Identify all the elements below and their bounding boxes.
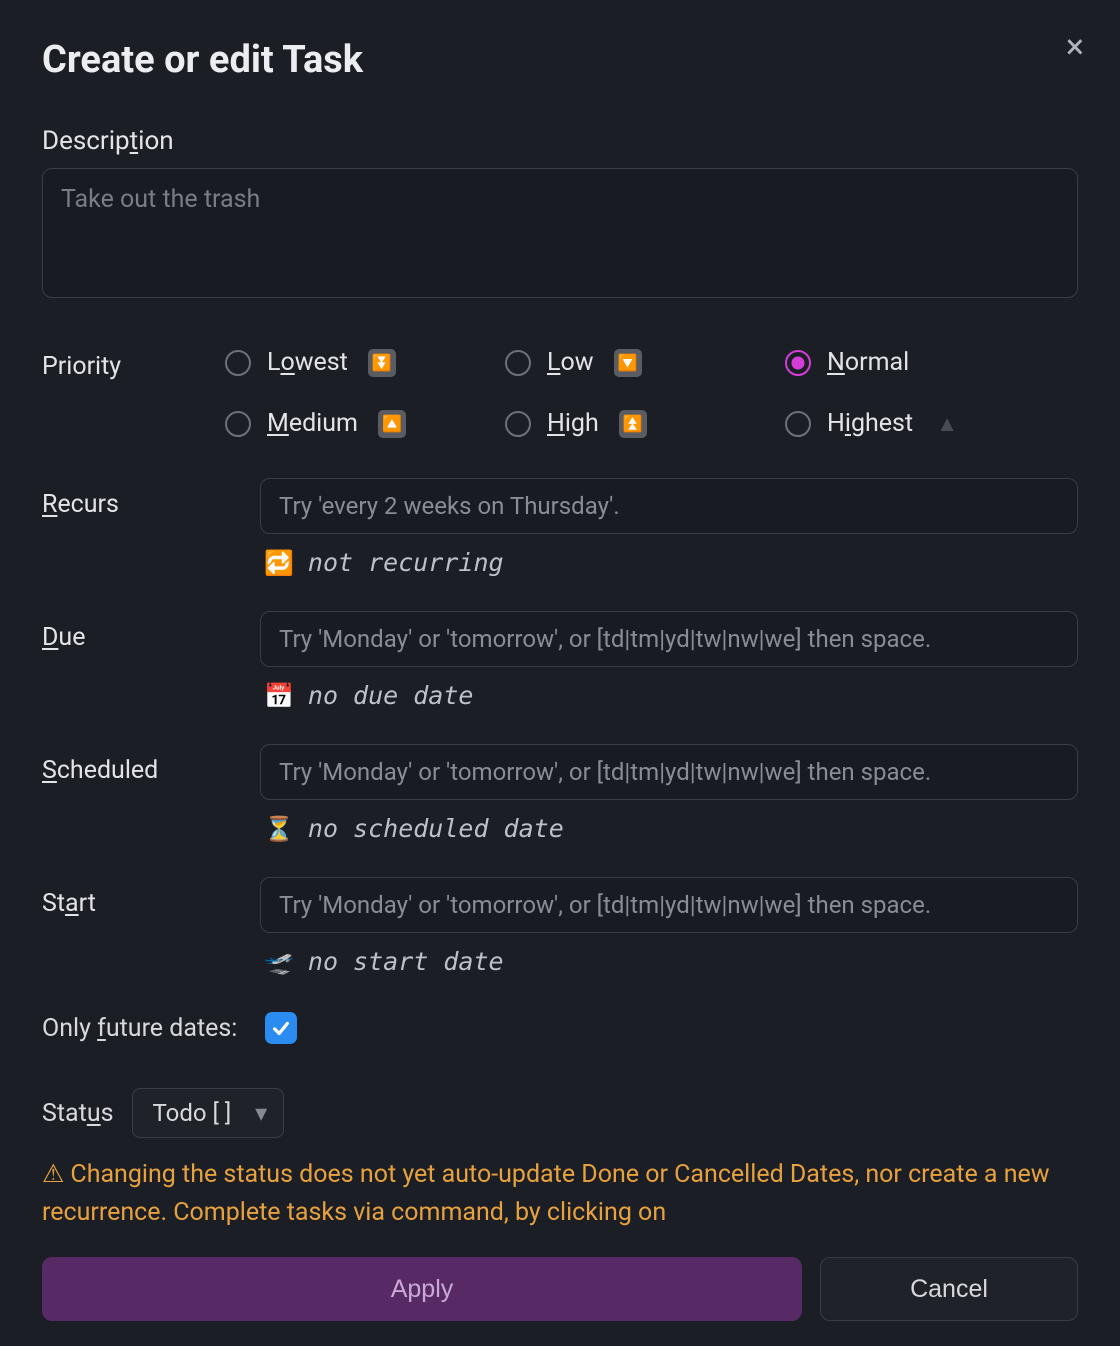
recurs-label: Recurs [42, 478, 260, 519]
due-label: Due [42, 611, 260, 652]
priority-lowest[interactable]: Lowest ⏬ [225, 348, 505, 377]
status-select[interactable]: Todo [ ] ▾ [132, 1088, 285, 1138]
future-dates-label: Only future dates: [42, 1014, 237, 1043]
radio-label: High [547, 409, 599, 438]
scheduled-hint: ⏳ no scheduled date [260, 814, 1078, 843]
close-button[interactable]: × [1066, 30, 1084, 64]
radio-icon [225, 411, 251, 437]
description-input[interactable] [42, 168, 1078, 298]
check-icon [270, 1017, 292, 1039]
radio-icon [505, 350, 531, 376]
description-label: Description [42, 126, 1078, 156]
priority-level-icon: ⏫ [619, 410, 647, 438]
radio-icon [785, 350, 811, 376]
scheduled-input[interactable] [260, 744, 1078, 800]
future-dates-checkbox[interactable] [265, 1012, 297, 1044]
repeat-icon: 🔁 [264, 549, 294, 577]
due-input[interactable] [260, 611, 1078, 667]
priority-radio-group: Lowest ⏬ Low 🔽 Normal Medium 🔼 High ⏫ Highest ▲ [225, 348, 1065, 438]
priority-level-icon: ▲ [933, 410, 961, 438]
radio-label: Low [547, 348, 594, 377]
status-label: Status [42, 1099, 114, 1128]
radio-icon [785, 411, 811, 437]
cancel-button[interactable]: Cancel [820, 1257, 1078, 1321]
task-modal: × Create or edit Task Description Priori… [0, 0, 1120, 1346]
warning-icon: ⚠ [42, 1160, 64, 1189]
priority-medium[interactable]: Medium 🔼 [225, 409, 505, 438]
priority-high[interactable]: High ⏫ [505, 409, 785, 438]
radio-label: Highest [827, 409, 913, 438]
due-hint: 📅 no due date [260, 681, 1078, 710]
priority-low[interactable]: Low 🔽 [505, 348, 785, 377]
hourglass-icon: ⏳ [264, 815, 294, 843]
radio-icon [225, 350, 251, 376]
modal-title: Create or edit Task [42, 38, 1078, 82]
priority-level-icon: 🔽 [614, 349, 642, 377]
chevron-down-icon: ▾ [255, 1099, 267, 1127]
apply-button[interactable]: Apply [42, 1257, 802, 1321]
scheduled-label: Scheduled [42, 744, 260, 785]
recurs-input[interactable] [260, 478, 1078, 534]
priority-level-icon: ⏬ [368, 349, 396, 377]
status-warning: ⚠Changing the status does not yet auto-u… [42, 1156, 1078, 1231]
calendar-icon: 📅 [264, 682, 294, 710]
priority-label: Priority [42, 348, 225, 438]
priority-highest[interactable]: Highest ▲ [785, 409, 1065, 438]
plane-departure-icon: 🛫 [264, 948, 294, 976]
start-hint: 🛫 no start date [260, 947, 1078, 976]
priority-level-icon: 🔼 [378, 410, 406, 438]
recurs-hint: 🔁 not recurring [260, 548, 1078, 577]
radio-label: Lowest [267, 348, 348, 377]
start-label: Start [42, 877, 260, 918]
start-input[interactable] [260, 877, 1078, 933]
radio-label: Normal [827, 348, 909, 377]
radio-icon [505, 411, 531, 437]
priority-normal[interactable]: Normal [785, 348, 1065, 377]
radio-label: Medium [267, 409, 358, 438]
